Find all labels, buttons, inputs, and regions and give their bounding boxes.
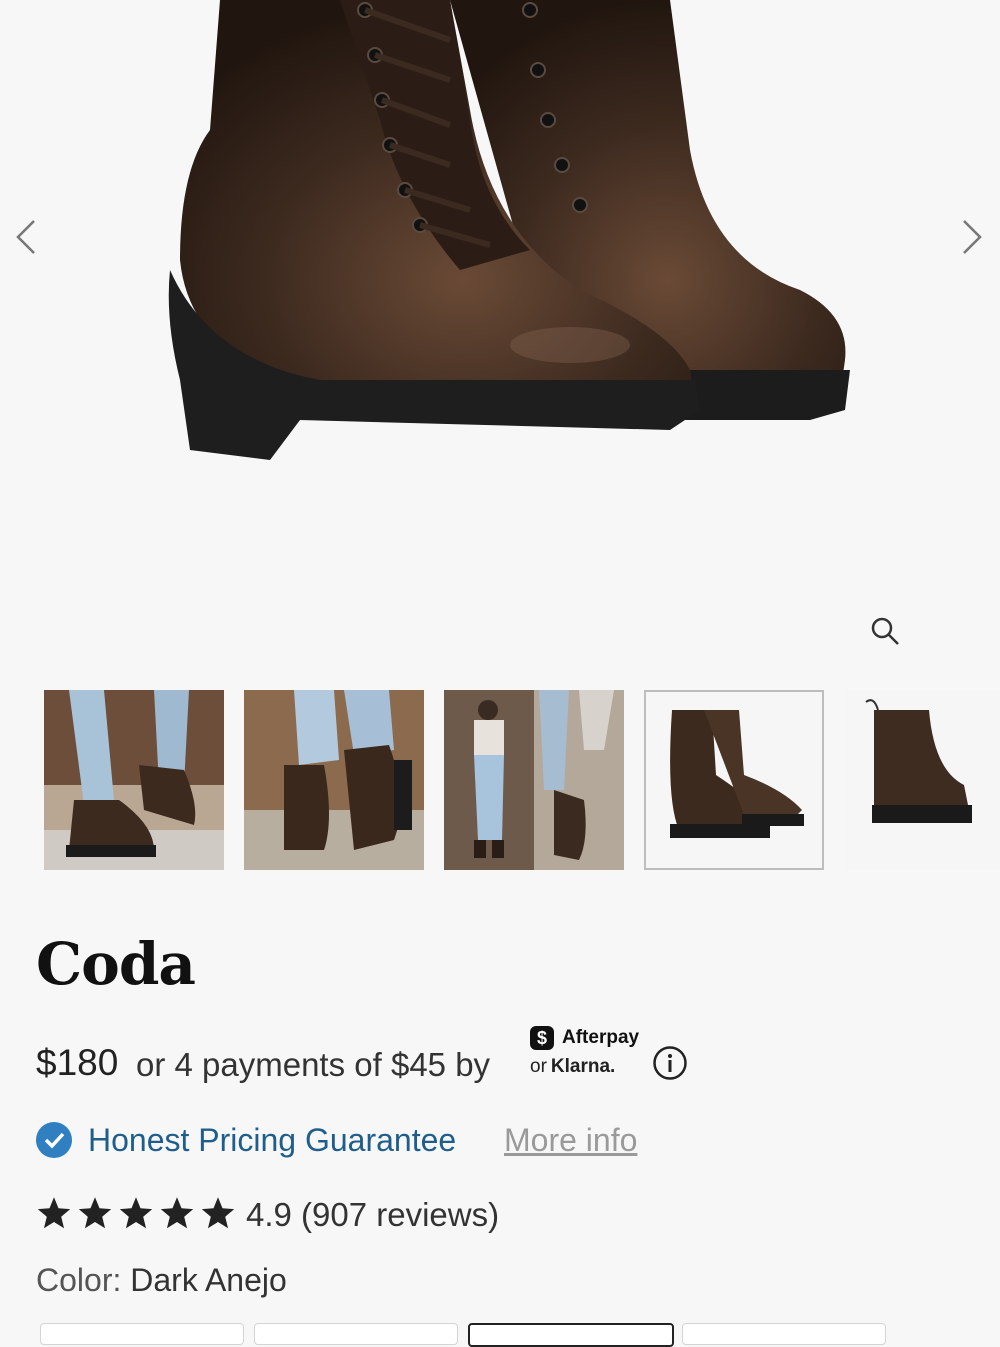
color-swatch[interactable] bbox=[40, 1323, 244, 1345]
star-icon bbox=[119, 1197, 153, 1229]
chevron-right-icon bbox=[963, 220, 982, 254]
more-info-link[interactable]: More info bbox=[504, 1122, 637, 1159]
color-selection: Color: Dark Anejo bbox=[36, 1262, 287, 1299]
thumbnail-strip bbox=[44, 690, 1000, 872]
verified-check-icon bbox=[36, 1122, 72, 1158]
star-rating bbox=[36, 1195, 241, 1231]
rating-row[interactable]: 4.9 (907 reviews) bbox=[36, 1195, 736, 1239]
product-hero-image[interactable] bbox=[0, 0, 1000, 680]
afterpay-logo: $ Afterpay bbox=[530, 1024, 639, 1052]
star-icon bbox=[78, 1197, 112, 1229]
bnpl-logos: $ Afterpay or Klarna. bbox=[530, 1024, 660, 1084]
product-title: Coda bbox=[36, 930, 196, 998]
klarna-or: or bbox=[530, 1056, 547, 1077]
thumb-lifestyle-steps[interactable] bbox=[44, 690, 224, 870]
thumb-lifestyle-full[interactable] bbox=[444, 690, 624, 870]
installments-text: or 4 payments of $45 by bbox=[136, 1046, 491, 1083]
star-icon bbox=[160, 1197, 194, 1229]
chevron-left-icon bbox=[16, 220, 35, 254]
price-row: $180 or 4 payments of $45 by $ Afterpay … bbox=[36, 1026, 736, 1096]
afterpay-badge-icon: $ bbox=[530, 1026, 554, 1050]
next-image-button[interactable] bbox=[952, 215, 992, 259]
color-label: Color: bbox=[36, 1262, 122, 1298]
previous-image-button[interactable] bbox=[6, 215, 46, 259]
color-swatch-selected[interactable] bbox=[468, 1323, 674, 1347]
star-icon bbox=[201, 1197, 235, 1229]
klarna-label: Klarna. bbox=[550, 1056, 616, 1077]
info-icon[interactable] bbox=[652, 1045, 688, 1081]
thumb-lifestyle-side[interactable] bbox=[244, 690, 424, 870]
honest-pricing-label: Honest Pricing Guarantee bbox=[88, 1122, 457, 1158]
star-icon bbox=[37, 1197, 71, 1229]
color-swatch[interactable] bbox=[254, 1323, 458, 1345]
product-price: $180 bbox=[36, 1042, 119, 1083]
boots-photo bbox=[168, 0, 850, 460]
thumb-product-side[interactable] bbox=[844, 690, 1000, 870]
honest-pricing-row: Honest Pricing Guarantee More info bbox=[36, 1120, 736, 1164]
color-value: Dark Anejo bbox=[130, 1262, 287, 1298]
thumb-product-pair[interactable] bbox=[644, 690, 824, 870]
magnifier-icon[interactable] bbox=[868, 614, 902, 648]
afterpay-label: Afterpay bbox=[562, 1027, 640, 1048]
color-swatch[interactable] bbox=[682, 1323, 886, 1345]
color-swatches bbox=[40, 1323, 1000, 1347]
rating-summary: 4.9 (907 reviews) bbox=[246, 1196, 500, 1233]
klarna-logo: or Klarna. bbox=[530, 1056, 615, 1078]
